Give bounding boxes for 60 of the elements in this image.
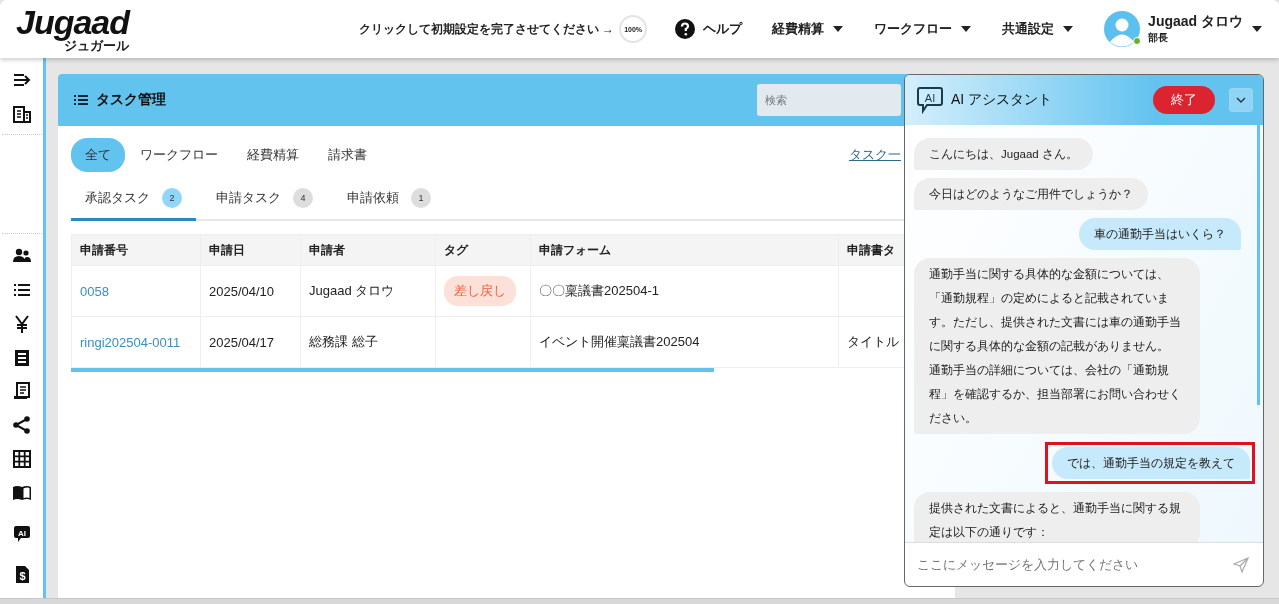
- ai-chat-icon: AI: [915, 86, 945, 114]
- user-message: では、通勤手当の規定を教えて: [1052, 447, 1250, 479]
- user-role: 部長: [1148, 31, 1170, 45]
- task-tab[interactable]: 承認タスク 2: [71, 178, 196, 221]
- count-badge: 1: [411, 188, 431, 208]
- application-number-link[interactable]: 0058: [80, 283, 109, 299]
- category-tab[interactable]: 経費精算: [233, 138, 313, 172]
- message-input[interactable]: ここにメッセージを入力してください: [915, 556, 1233, 573]
- search-field[interactable]: 検索: [757, 84, 901, 116]
- table-cell: 総務課 総子: [301, 317, 436, 367]
- help-menu[interactable]: ヘルプ: [675, 19, 743, 39]
- assistant-message: 提供された文書によると、通勤手当に関する規定は以下の通りです：: [914, 492, 1200, 542]
- count-badge: 2: [162, 188, 182, 208]
- nav-menu[interactable]: ワークフロー: [874, 20, 973, 38]
- status-tag: 差し戻し: [444, 276, 516, 306]
- caret-icon[interactable]: [1251, 24, 1263, 34]
- table-cell: 2025/04/10: [201, 266, 301, 316]
- caret-icon: [1062, 24, 1075, 34]
- category-tab[interactable]: ワークフロー: [126, 138, 232, 172]
- column-header: 申請番号: [72, 235, 201, 265]
- setup-prompt-link[interactable]: クリックして初期設定を完了させてください →: [358, 20, 615, 38]
- assistant-message: こんにちは、Jugaad さん。: [914, 138, 1093, 170]
- message-text: 通勤手当の詳細については、会社の「通勤規程」を確認するか、担当部署にお問い合わせください。: [929, 363, 1182, 426]
- table-cell: 〇〇稟議書202504-1: [531, 266, 839, 316]
- nav-menu[interactable]: 共通設定: [1002, 20, 1075, 38]
- category-tab[interactable]: 全て: [71, 138, 125, 172]
- receipt-icon[interactable]: [11, 381, 32, 402]
- column-header: タグ: [436, 235, 531, 265]
- avatar: [1104, 11, 1141, 47]
- table-cell: イベント開催稟議書202504: [531, 317, 839, 367]
- table-cell: Jugaad タロウ: [301, 266, 436, 316]
- count-badge: 4: [293, 188, 313, 208]
- task-tab[interactable]: 申請依頼 1: [333, 178, 445, 221]
- building-icon[interactable]: [11, 103, 32, 124]
- application-number-link[interactable]: ringi202504-0011: [80, 334, 181, 350]
- chevron-down-icon: [1236, 97, 1246, 103]
- share-icon[interactable]: [11, 415, 32, 436]
- grid-icon[interactable]: [11, 448, 32, 469]
- user-name[interactable]: Jugaad タロウ: [1148, 13, 1243, 31]
- logo-text: Jugaad: [16, 6, 130, 39]
- column-header: 申請日: [201, 235, 301, 265]
- help-icon: [675, 19, 696, 39]
- end-button[interactable]: 終了: [1153, 86, 1215, 114]
- category-tab[interactable]: 請求書: [314, 138, 381, 172]
- assistant-message: 今日はどのようなご用件でしょうか？: [914, 178, 1148, 210]
- assistant-title: AI アシスタント: [951, 91, 1053, 109]
- user-message: 車の通勤手当はいくら？: [1079, 218, 1241, 250]
- task-list-link[interactable]: タスク一: [849, 146, 901, 164]
- list-icon: [74, 94, 88, 106]
- message-text: 通勤手当に関する具体的な金額については、「通勤規程」の定めによると記載されています。ただし、提供された文書には車の通勤手当に関する具体的な金額の記載がありません。: [929, 267, 1182, 355]
- nav-menu[interactable]: 経費精算: [772, 20, 845, 38]
- panel-title: タスク管理: [96, 91, 166, 109]
- table-cell: 2025/04/17: [201, 317, 301, 367]
- column-header: 申請フォーム: [531, 235, 839, 265]
- caret-icon: [832, 24, 845, 34]
- scrollbar[interactable]: [1257, 125, 1260, 405]
- column-header: 申請者: [301, 235, 436, 265]
- scrollbar[interactable]: [71, 368, 714, 372]
- caret-icon: [960, 24, 973, 34]
- task-tab[interactable]: 申請タスク 4: [202, 178, 327, 221]
